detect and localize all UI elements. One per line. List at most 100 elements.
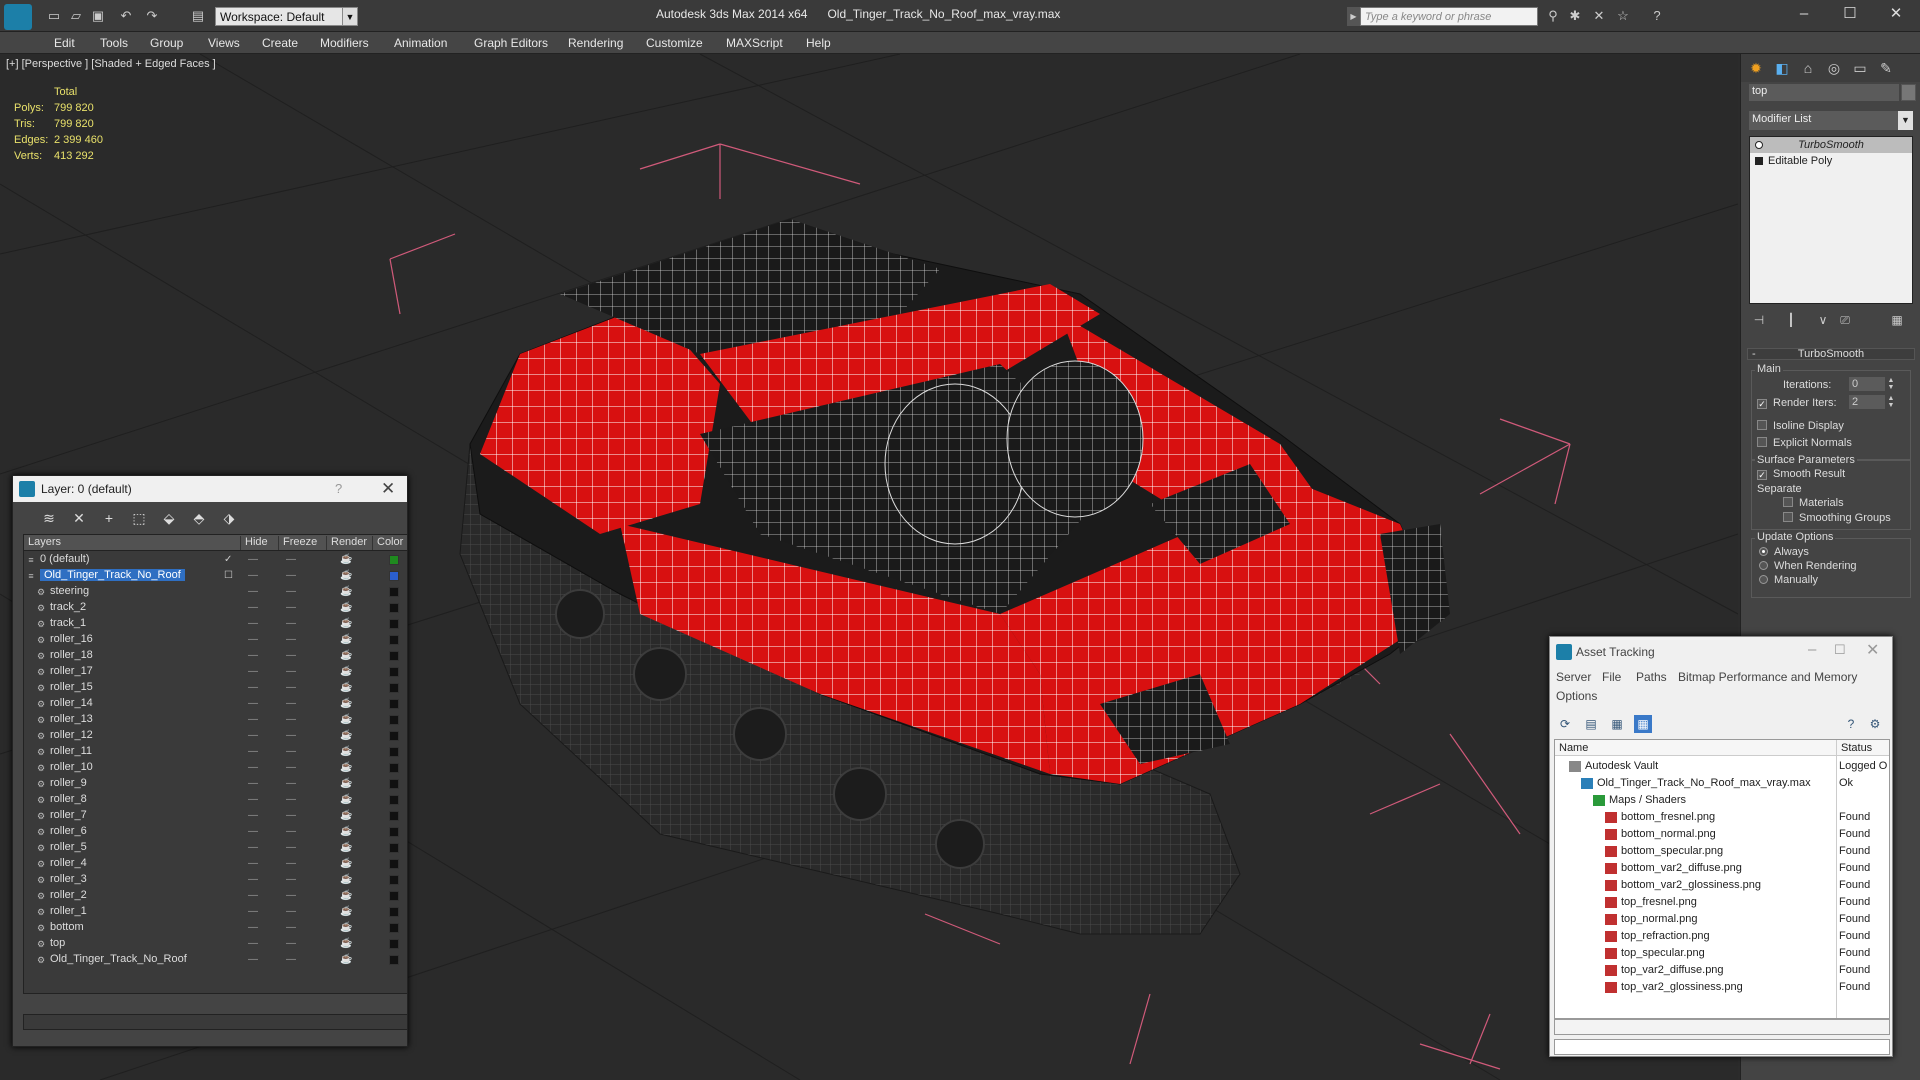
asset-row[interactable]: bottom_var2_diffuse.png Found (1555, 860, 1889, 877)
col-color[interactable]: Color (372, 536, 403, 550)
hide-toggle[interactable]: — (248, 682, 258, 693)
layer-color-swatch[interactable] (389, 699, 399, 709)
hide-toggle[interactable]: — (248, 714, 258, 725)
layer-row[interactable]: ⚙ track_1 — — ☕ (24, 616, 407, 632)
when-rendering-radio[interactable]: When Rendering (1759, 560, 1857, 572)
freeze-toggle[interactable]: — (286, 922, 296, 933)
select-layer-icon[interactable]: ⬙ (159, 508, 179, 528)
layer-color-swatch[interactable] (389, 891, 399, 901)
object-color-swatch[interactable] (1901, 84, 1916, 101)
render-toggle-icon[interactable]: ☕ (340, 714, 352, 725)
hide-toggle[interactable]: — (248, 666, 258, 677)
render-toggle-icon[interactable]: ☕ (340, 826, 352, 837)
select-objects-icon[interactable]: ⬚ (129, 508, 149, 528)
layer-color-swatch[interactable] (389, 843, 399, 853)
smooth-result-checkbox[interactable]: ✓ Smooth Result (1757, 468, 1845, 480)
layer-name[interactable]: track_2 (50, 601, 86, 613)
hide-toggle[interactable]: — (248, 842, 258, 853)
radio-selected-icon[interactable] (1759, 547, 1768, 556)
layer-row[interactable]: ⚙ roller_5 — — ☕ (24, 840, 407, 856)
help-icon[interactable]: ? (335, 481, 342, 496)
asset-row[interactable]: top_fresnel.png Found (1555, 894, 1889, 911)
layer-color-swatch[interactable] (389, 955, 399, 965)
checkbox-icon[interactable] (1783, 512, 1793, 522)
render-toggle-icon[interactable]: ☕ (340, 730, 352, 741)
col-render[interactable]: Render (326, 536, 367, 550)
hide-toggle[interactable]: — (248, 906, 258, 917)
manually-radio[interactable]: Manually (1759, 574, 1818, 586)
search-input[interactable]: Type a keyword or phrase (1360, 7, 1538, 26)
layers-icon[interactable]: ≋ (39, 508, 59, 528)
checkbox-checked-icon[interactable]: ✓ (1757, 470, 1767, 480)
col-name[interactable]: Name (1555, 740, 1837, 756)
minimize-icon[interactable]: – (1784, 4, 1824, 24)
layer-row[interactable]: ⚙ roller_10 — — ☕ (24, 760, 407, 776)
freeze-toggle[interactable]: — (286, 874, 296, 885)
render-toggle-icon[interactable]: ☕ (340, 874, 352, 885)
viewport-label[interactable]: [+] [Perspective ] [Shaded + Edged Faces… (6, 58, 216, 70)
workspace-dropdown-arrow[interactable]: ▼ (342, 7, 358, 26)
asset-row[interactable]: top_var2_glossiness.png Found (1555, 979, 1889, 996)
layer-name[interactable]: roller_17 (50, 665, 93, 677)
render-toggle-icon[interactable]: ☕ (340, 922, 352, 933)
open-file-icon[interactable]: ▱ (68, 8, 84, 24)
render-toggle-icon[interactable]: ☕ (340, 762, 352, 773)
freeze-toggle[interactable]: — (286, 570, 296, 581)
layer-name[interactable]: roller_11 (50, 745, 92, 757)
hide-toggle[interactable]: — (248, 794, 258, 805)
layer-name[interactable]: track_1 (50, 617, 86, 629)
maximize-icon[interactable]: ☐ (1830, 4, 1870, 24)
minimize-icon[interactable]: – (1808, 641, 1816, 658)
col-hide[interactable]: Hide (240, 536, 268, 550)
col-status[interactable]: Status (1837, 740, 1889, 756)
table-view-icon[interactable]: ▦ (1608, 715, 1626, 733)
menu-tools[interactable]: Tools (100, 36, 128, 50)
pin-stack-icon[interactable]: ⊣ (1749, 310, 1769, 330)
hide-toggle[interactable]: — (248, 746, 258, 757)
workspace-dropdown[interactable]: Workspace: Default (215, 7, 355, 26)
turbosmooth-rollout-header[interactable]: - TurboSmooth (1747, 348, 1915, 360)
menu-bitmap-performance[interactable]: Bitmap Performance and Memory (1678, 670, 1857, 684)
motion-tab-icon[interactable]: ◎ (1824, 58, 1844, 78)
undo-icon[interactable]: ↶ (118, 8, 134, 24)
hide-all-icon[interactable]: ⬗ (219, 508, 239, 528)
asset-row[interactable]: top_var2_diffuse.png Found (1555, 962, 1889, 979)
layer-name[interactable]: roller_1 (50, 905, 87, 917)
layer-row[interactable]: ⚙ roller_12 — — ☕ (24, 728, 407, 744)
layer-row[interactable]: ⚙ roller_7 — — ☕ (24, 808, 407, 824)
freeze-toggle[interactable]: — (286, 698, 296, 709)
render-toggle-icon[interactable]: ☕ (340, 954, 352, 965)
set-active-layer-icon[interactable]: ☐ (224, 570, 233, 581)
layer-dialog-titlebar[interactable]: Layer: 0 (default) ? ✕ (13, 476, 407, 502)
asset-row[interactable]: top_specular.png Found (1555, 945, 1889, 962)
hide-toggle[interactable]: — (248, 874, 258, 885)
hide-toggle[interactable]: — (248, 810, 258, 821)
hide-toggle[interactable]: — (248, 954, 258, 965)
display-tab-icon[interactable]: ▭ (1850, 58, 1870, 78)
hide-toggle[interactable]: — (248, 634, 258, 645)
smoothing-groups-checkbox[interactable]: Smoothing Groups (1783, 512, 1891, 524)
freeze-toggle[interactable]: — (286, 842, 296, 853)
layer-name[interactable]: roller_8 (50, 793, 87, 805)
menu-rendering[interactable]: Rendering (568, 36, 623, 50)
checkbox-icon[interactable] (1757, 437, 1767, 447)
hide-toggle[interactable]: — (248, 730, 258, 741)
menu-edit[interactable]: Edit (54, 36, 75, 50)
render-toggle-icon[interactable]: ☕ (340, 778, 352, 789)
materials-checkbox[interactable]: Materials (1783, 497, 1844, 509)
freeze-toggle[interactable]: — (286, 714, 296, 725)
layer-color-swatch[interactable] (389, 763, 399, 773)
hide-toggle[interactable]: — (248, 586, 258, 597)
layer-row[interactable]: ⚙ steering — — ☕ (24, 584, 407, 600)
freeze-toggle[interactable]: — (286, 938, 296, 949)
layer-color-swatch[interactable] (389, 827, 399, 837)
hide-toggle[interactable]: — (248, 602, 258, 613)
layer-row[interactable]: ⚙ roller_14 — — ☕ (24, 696, 407, 712)
layer-color-swatch[interactable] (389, 779, 399, 789)
freeze-toggle[interactable]: — (286, 650, 296, 661)
help-icon[interactable]: ? (1842, 715, 1860, 733)
menu-views[interactable]: Views (208, 36, 240, 50)
hide-toggle[interactable]: — (248, 858, 258, 869)
render-toggle-icon[interactable]: ☕ (340, 810, 352, 821)
settings-icon[interactable]: ⚙ (1866, 715, 1884, 733)
